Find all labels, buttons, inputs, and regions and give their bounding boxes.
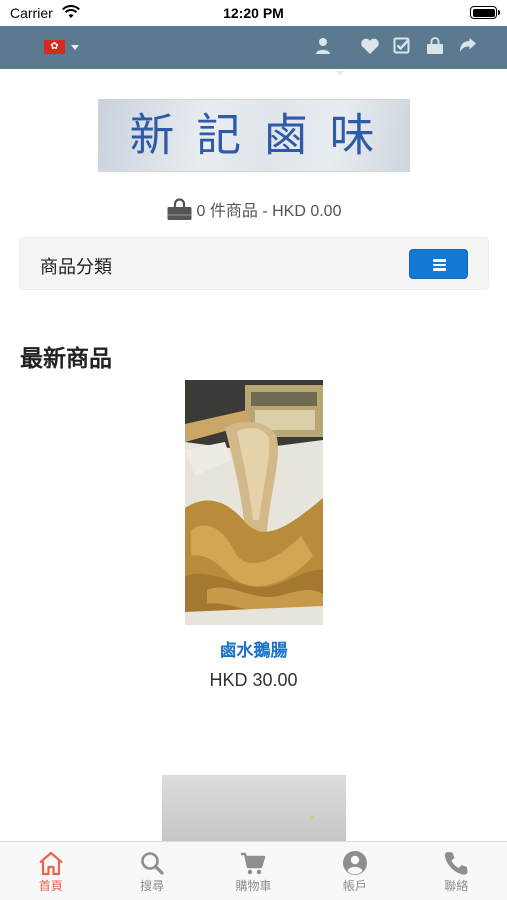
category-bar: 商品分類 (19, 237, 489, 290)
bottom-tab-bar: 首頁 搜尋 購物車 帳戶 聯絡 (0, 841, 507, 900)
status-bar: Carrier 12:20 PM (0, 0, 507, 26)
store-logo[interactable]: 新 記 鹵 味 (98, 99, 410, 172)
cart-icon (241, 852, 266, 875)
tab-contact[interactable]: 聯絡 (406, 842, 507, 900)
checkbox-icon[interactable] (392, 36, 412, 56)
language-caret-icon[interactable] (71, 45, 79, 50)
hong-kong-flag-icon[interactable] (44, 40, 65, 54)
tab-label: 首頁 (38, 879, 63, 893)
battery-icon (470, 6, 500, 19)
shopping-bag-icon[interactable] (425, 36, 445, 56)
logo-text: 新 記 鹵 味 (130, 109, 379, 162)
tab-label: 聯絡 (444, 879, 469, 893)
tab-home[interactable]: 首頁 (0, 842, 101, 900)
tab-search[interactable]: 搜尋 (101, 842, 202, 900)
share-icon[interactable] (458, 36, 478, 56)
status-time: 12:20 PM (223, 5, 284, 21)
cart-summary[interactable]: 0 件商品 - HKD 0.00 (0, 197, 507, 221)
shopping-bag-icon (166, 198, 193, 221)
user-icon[interactable] (315, 36, 335, 56)
tab-label: 帳戶 (342, 879, 367, 893)
tab-account[interactable]: 帳戶 (304, 842, 405, 900)
top-nav (0, 26, 507, 76)
tab-label: 購物車 (235, 879, 272, 893)
search-icon (141, 852, 164, 875)
menu-bar-icon (433, 259, 446, 262)
product-image[interactable] (185, 380, 323, 625)
heart-icon[interactable] (360, 36, 380, 56)
account-icon (342, 851, 367, 875)
tab-cart[interactable]: 購物車 (203, 842, 304, 900)
user-caret-icon[interactable] (336, 71, 344, 76)
section-title: 最新商品 (20, 345, 112, 371)
product-image[interactable] (162, 775, 346, 841)
tab-label: 搜尋 (140, 879, 165, 893)
product-name[interactable]: 鹵水鵝腸 (0, 636, 507, 661)
menu-bar-icon (433, 268, 446, 271)
cart-summary-text: 0 件商品 - HKD 0.00 (196, 203, 342, 220)
category-label: 商品分類 (40, 257, 112, 277)
home-icon (38, 851, 63, 876)
phone-icon (445, 852, 468, 875)
category-menu-button[interactable] (409, 249, 468, 279)
product-price: HKD 30.00 (209, 670, 298, 690)
menu-bar-icon (433, 263, 446, 266)
